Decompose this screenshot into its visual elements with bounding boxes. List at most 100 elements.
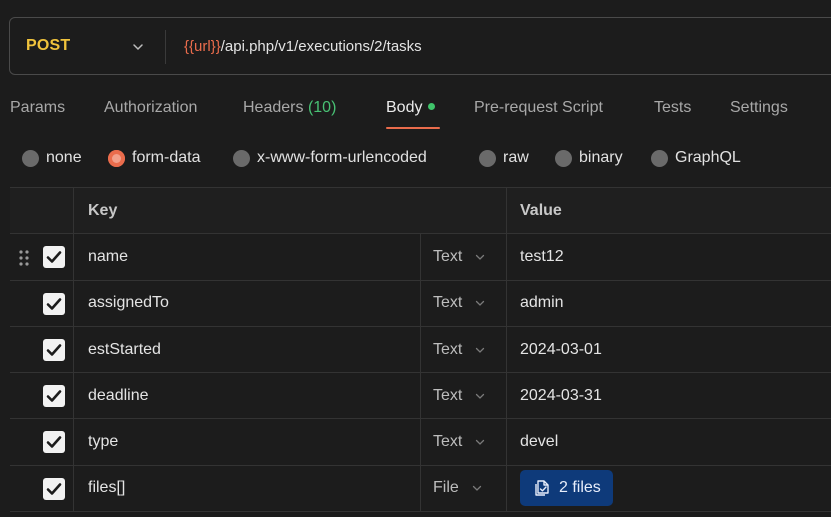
tab-headers[interactable]: Headers (10)	[243, 99, 336, 117]
url-divider	[165, 30, 166, 64]
url-input[interactable]: {{url}}/api.php/v1/executions/2/tasks	[184, 38, 422, 55]
row-type-label: Text	[433, 247, 463, 265]
header-handle-cell	[10, 188, 74, 234]
tab-headers-label: Headers	[243, 99, 304, 116]
radio-dot-selected-icon	[108, 149, 125, 167]
chevron-down-icon	[476, 439, 485, 446]
radio-label: x-www-form-urlencoded	[257, 149, 427, 166]
row-checkbox[interactable]	[43, 385, 65, 408]
row-checkbox[interactable]	[43, 431, 65, 454]
table-row: deadline Text 2024-03-31	[10, 373, 831, 420]
row-type-select[interactable]: File	[420, 465, 506, 512]
radio-dot-icon	[233, 149, 250, 167]
files-button-label: 2 files	[559, 479, 601, 497]
tab-settings[interactable]: Settings	[730, 99, 788, 117]
url-path: /api.php/v1/executions/2/tasks	[220, 38, 422, 55]
row-handle-cell	[10, 465, 74, 512]
radio-binary[interactable]: binary	[555, 149, 623, 167]
check-icon	[46, 297, 62, 310]
chevron-down-icon	[476, 301, 485, 307]
row-type-label: Text	[433, 433, 463, 451]
header-key: Key	[88, 201, 118, 219]
tab-authorization[interactable]: Authorization	[104, 99, 197, 117]
drag-handle-icon[interactable]	[19, 250, 29, 266]
row-handle-cell	[10, 234, 74, 280]
tab-tests[interactable]: Tests	[654, 99, 691, 117]
radio-label: form-data	[132, 149, 201, 166]
request-tabs: Params Authorization Headers (10) Body P…	[0, 96, 831, 132]
radio-raw[interactable]: raw	[479, 149, 529, 167]
row-checkbox[interactable]	[43, 338, 65, 361]
table-row: type Text devel	[10, 419, 831, 466]
form-data-table: Key Value name Text test12 assignedTo Te…	[10, 187, 831, 513]
headers-count-badge: (10)	[307, 99, 337, 116]
row-key[interactable]: assignedTo	[74, 281, 420, 326]
radio-none[interactable]: none	[22, 149, 82, 167]
chevron-down-icon	[472, 486, 481, 492]
row-value[interactable]: 2024-03-31	[506, 373, 831, 419]
radio-label: GraphQL	[675, 149, 741, 166]
row-handle-cell	[10, 373, 74, 419]
tab-body[interactable]: Body	[386, 99, 436, 117]
active-tab-underline	[386, 127, 440, 129]
row-handle-cell	[10, 280, 74, 326]
row-type-select[interactable]: Text	[420, 234, 506, 280]
row-type-label: Text	[433, 294, 463, 312]
url-variable: {{url}}	[184, 38, 221, 55]
radio-label: none	[46, 149, 82, 166]
radio-graphql[interactable]: GraphQL	[651, 149, 741, 167]
radio-form-data[interactable]: form-data	[108, 149, 200, 167]
chevron-down-icon	[476, 254, 485, 260]
body-type-selector: none form-data x-www-form-urlencoded raw…	[0, 146, 831, 172]
row-value[interactable]: 2024-03-01	[506, 326, 831, 373]
row-handle-cell	[10, 419, 74, 465]
radio-label: binary	[579, 149, 623, 166]
row-key[interactable]: estStarted	[74, 327, 420, 372]
radio-x-www-form-urlencoded[interactable]: x-www-form-urlencoded	[233, 149, 427, 167]
files-button[interactable]: 2 files	[520, 470, 613, 507]
row-checkbox[interactable]	[43, 246, 65, 269]
check-icon	[46, 436, 62, 449]
row-handle-cell	[10, 326, 74, 373]
row-checkbox[interactable]	[43, 477, 65, 500]
row-type-label: Text	[433, 386, 463, 404]
table-row: files[] File 2 files	[10, 465, 831, 513]
row-key[interactable]: deadline	[74, 373, 420, 418]
row-value[interactable]: admin	[506, 280, 831, 326]
row-type-select[interactable]: Text	[420, 373, 506, 419]
row-key[interactable]: files[]	[74, 466, 420, 511]
radio-dot-icon	[479, 149, 496, 167]
check-icon	[46, 251, 62, 264]
radio-label: raw	[503, 149, 529, 166]
files-icon	[535, 480, 549, 497]
row-key[interactable]: name	[74, 234, 420, 279]
row-key[interactable]: type	[74, 419, 420, 464]
body-active-dot-icon	[428, 103, 436, 110]
row-value[interactable]: test12	[506, 234, 831, 280]
tab-params[interactable]: Params	[10, 99, 65, 117]
chevron-down-icon	[476, 347, 485, 353]
check-icon	[46, 390, 62, 402]
table-row: name Text test12	[10, 234, 831, 281]
request-url-bar: POST {{url}}/api.php/v1/executions/2/tas…	[9, 17, 831, 75]
check-icon	[46, 344, 62, 356]
row-type-select[interactable]: Text	[420, 280, 506, 326]
radio-dot-icon	[22, 149, 39, 167]
check-icon	[46, 482, 62, 495]
tab-pre-request-script[interactable]: Pre-request Script	[474, 99, 603, 117]
table-row: estStarted Text 2024-03-01	[10, 326, 831, 374]
table-header-row: Key Value	[10, 188, 831, 235]
header-type-cell	[420, 188, 506, 233]
row-type-select[interactable]: Text	[420, 326, 506, 373]
row-value[interactable]: devel	[506, 419, 831, 465]
row-type-select[interactable]: Text	[420, 419, 506, 465]
table-row: assignedTo Text admin	[10, 280, 831, 327]
row-checkbox[interactable]	[43, 292, 65, 315]
row-type-label: Text	[433, 340, 463, 358]
radio-dot-icon	[651, 149, 668, 167]
row-type-label: File	[433, 479, 459, 497]
header-value: Value	[506, 188, 831, 234]
chevron-down-icon[interactable]	[131, 40, 145, 54]
row-value-cell: 2 files	[506, 465, 831, 512]
method-selector[interactable]: POST	[26, 37, 70, 55]
